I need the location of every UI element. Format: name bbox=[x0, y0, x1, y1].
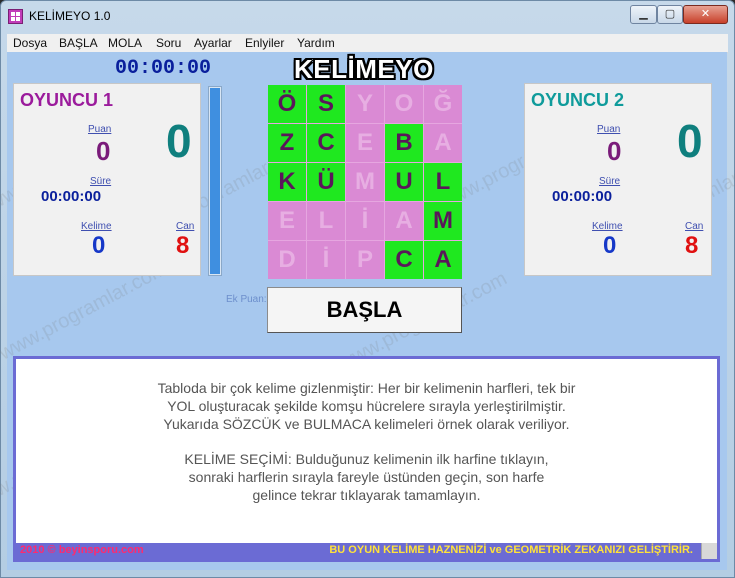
instructions-line: YOL oluşturacak şekilde komşu hücrelere … bbox=[167, 398, 566, 414]
player-1-name: OYUNCU 1 bbox=[20, 90, 114, 110]
instructions-line: KELİME SEÇİMİ: Bulduğunuz kelimenin ilk … bbox=[184, 451, 549, 467]
grid-cell[interactable]: A bbox=[424, 124, 462, 162]
grid-cell[interactable]: İ bbox=[346, 202, 384, 240]
instructions-line: sonraki harflerin sırayla fareyle üstünd… bbox=[188, 469, 545, 485]
grid-cell[interactable]: Ğ bbox=[424, 85, 462, 123]
grid-cell[interactable]: S bbox=[307, 85, 345, 123]
menu-basla[interactable]: BAŞLA bbox=[59, 36, 98, 50]
player-1-can: 8 bbox=[176, 232, 190, 259]
grid-cell[interactable]: M bbox=[424, 202, 462, 240]
instructions-para-1: Tabloda bir çok kelime gizlenmiştir: Her… bbox=[16, 379, 717, 433]
player-2-sure: 00:00:00 bbox=[552, 188, 613, 205]
grid-cell[interactable]: Z bbox=[268, 124, 306, 162]
menu-yardim[interactable]: Yardım bbox=[297, 36, 335, 50]
letter-grid: ÖSYOĞZCEBAKÜMULELİAMDİPCA bbox=[268, 85, 462, 279]
player-2-sure-label: Süre bbox=[599, 176, 621, 187]
player-1-panel: OYUNCU 1 0 Puan 0 Süre 00:00:00 Kelime 0… bbox=[13, 83, 201, 276]
grid-cell[interactable]: L bbox=[307, 202, 345, 240]
slogan-text: BU OYUN KELİME HAZNENİZİ ve GEOMETRİK ZE… bbox=[329, 544, 693, 556]
player-1-sure-label: Süre bbox=[90, 176, 112, 187]
menu-soru[interactable]: Soru bbox=[156, 36, 181, 50]
player-1-big-score: 0 bbox=[166, 115, 192, 167]
instructions-para-2: KELİME SEÇİMİ: Bulduğunuz kelimenin ilk … bbox=[16, 450, 717, 504]
menu-enlyiler[interactable]: Enlyiler bbox=[245, 36, 284, 50]
grid-cell[interactable]: D bbox=[268, 241, 306, 279]
player-2-kelime: 0 bbox=[603, 232, 617, 259]
time-progress-bar bbox=[208, 86, 222, 276]
game-logo: KELİMEYO bbox=[294, 54, 434, 84]
copyright-text: 2010 © beyinsporu.com bbox=[20, 544, 144, 556]
maximize-button[interactable]: ▢ bbox=[657, 5, 683, 24]
app-icon bbox=[8, 9, 23, 24]
player-2-puan: 0 bbox=[607, 136, 622, 166]
player-1-puan-label: Puan bbox=[88, 124, 112, 135]
grid-cell[interactable]: K bbox=[268, 163, 306, 201]
grid-cell[interactable]: E bbox=[268, 202, 306, 240]
grid-cell[interactable]: C bbox=[307, 124, 345, 162]
grid-cell[interactable]: P bbox=[346, 241, 384, 279]
time-progress-fill bbox=[210, 88, 220, 274]
resize-grip[interactable] bbox=[701, 543, 717, 559]
window-title: KELİMEYO 1.0 bbox=[29, 9, 111, 23]
grid-cell[interactable]: L bbox=[424, 163, 462, 201]
player-1-sure: 00:00:00 bbox=[41, 188, 102, 205]
player-1-kelime-label: Kelime bbox=[81, 221, 112, 232]
menu-ayarlar[interactable]: Ayarlar bbox=[194, 36, 232, 50]
instructions-panel: Tabloda bir çok kelime gizlenmiştir: Her… bbox=[13, 356, 720, 562]
player-2-puan-label: Puan bbox=[597, 124, 621, 135]
player-2-can-label: Can bbox=[685, 221, 704, 232]
grid-cell[interactable]: A bbox=[424, 241, 462, 279]
player-2-can: 8 bbox=[685, 232, 699, 259]
instructions-line: gelince tekrar tıklayarak tamamlayın. bbox=[252, 487, 481, 503]
menu-bar: Dosya BAŞLA MOLA Soru Ayarlar Enlyiler Y… bbox=[7, 34, 728, 53]
grid-cell[interactable]: Y bbox=[346, 85, 384, 123]
minimize-button[interactable]: ▁ bbox=[630, 5, 657, 24]
instructions-line: Yukarıda SÖZCÜK ve BULMACA kelimeleri ör… bbox=[163, 416, 570, 432]
grid-cell[interactable]: B bbox=[385, 124, 423, 162]
close-button[interactable]: ✕ bbox=[683, 5, 728, 24]
grid-cell[interactable]: C bbox=[385, 241, 423, 279]
player-2-panel: OYUNCU 2 0 Puan 0 Süre 00:00:00 Kelime 0… bbox=[524, 83, 712, 276]
bonus-points-label: Ek Puan: bbox=[226, 294, 267, 305]
instructions-line: Tabloda bir çok kelime gizlenmiştir: Her… bbox=[157, 380, 576, 396]
game-timer: 00:00:00 bbox=[115, 57, 212, 80]
menu-dosya[interactable]: Dosya bbox=[13, 36, 47, 50]
grid-cell[interactable]: Ö bbox=[268, 85, 306, 123]
menu-mola[interactable]: MOLA bbox=[108, 36, 142, 50]
grid-cell[interactable]: M bbox=[346, 163, 384, 201]
title-bar[interactable]: KELİMEYO 1.0 ▁ ▢ ✕ bbox=[1, 1, 734, 33]
player-2-big-score: 0 bbox=[677, 115, 703, 167]
start-button[interactable]: BAŞLA bbox=[267, 287, 462, 333]
grid-cell[interactable]: İ bbox=[307, 241, 345, 279]
player-1-can-label: Can bbox=[176, 221, 195, 232]
grid-cell[interactable]: A bbox=[385, 202, 423, 240]
info-footer: 2010 © beyinsporu.com BU OYUN KELİME HAZ… bbox=[16, 543, 717, 559]
grid-cell[interactable]: Ü bbox=[307, 163, 345, 201]
grid-cell[interactable]: E bbox=[346, 124, 384, 162]
player-1-kelime: 0 bbox=[92, 232, 106, 259]
grid-cell[interactable]: O bbox=[385, 85, 423, 123]
player-2-name: OYUNCU 2 bbox=[531, 90, 625, 110]
player-1-puan: 0 bbox=[96, 136, 111, 166]
player-2-kelime-label: Kelime bbox=[592, 221, 623, 232]
grid-cell[interactable]: U bbox=[385, 163, 423, 201]
